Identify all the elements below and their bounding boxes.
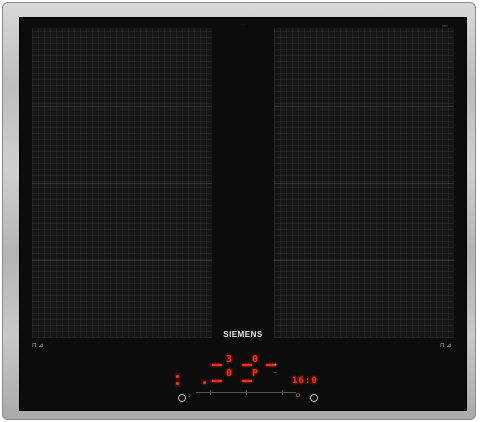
cooktop-glass: ····· ▭▭▭▭ ⊓ ⊿ ⊓ ⊿ SIEMENS 3 0 0 P 16:0 … [19, 17, 467, 411]
cooktop-frame: ····· ▭▭▭▭ ⊓ ⊿ ⊓ ⊿ SIEMENS 3 0 0 P 16:0 … [2, 2, 476, 420]
brand-logo: SIEMENS [223, 330, 263, 339]
slider-tick [210, 390, 211, 395]
right-flex-zone[interactable] [274, 28, 454, 338]
zone-divider [274, 260, 454, 261]
indicator-dot [176, 382, 179, 385]
indicator-dot [176, 375, 179, 378]
slider-tick [282, 390, 283, 395]
zone-divider [32, 183, 212, 184]
front-left-level-display[interactable]: 3 [226, 354, 232, 365]
power-button[interactable]: ⏻ [296, 393, 300, 399]
timer-display[interactable]: 16:0 [292, 376, 318, 386]
zone-divider [32, 260, 212, 261]
zone-indicator-bar [242, 380, 252, 382]
left-zone-marker: ⊓ ⊿ [32, 343, 44, 349]
timer-icon[interactable] [310, 394, 318, 402]
right-zone-marker: ⊓ ⊿ [440, 343, 452, 349]
rear-left-level-display[interactable]: 0 [226, 368, 232, 379]
top-mark: ····· [240, 22, 246, 26]
zone-divider [274, 106, 454, 107]
zone-indicator-bar [242, 364, 252, 366]
zone-divider [274, 183, 454, 184]
left-flex-zone[interactable] [32, 28, 212, 338]
plus-button[interactable]: + [274, 362, 277, 368]
power-boost-display[interactable]: P [252, 368, 258, 379]
power-icon[interactable] [178, 394, 186, 402]
minus-button[interactable]: − [274, 370, 277, 376]
lock-button[interactable]: ⌕ [188, 393, 191, 399]
rear-right-level-display[interactable]: 0 [252, 354, 258, 365]
zone-indicator-bar [212, 364, 222, 366]
zone-divider [32, 106, 212, 107]
slider-tick [246, 390, 247, 395]
zone-indicator-bar [212, 380, 222, 382]
indicator-dot [203, 381, 206, 384]
